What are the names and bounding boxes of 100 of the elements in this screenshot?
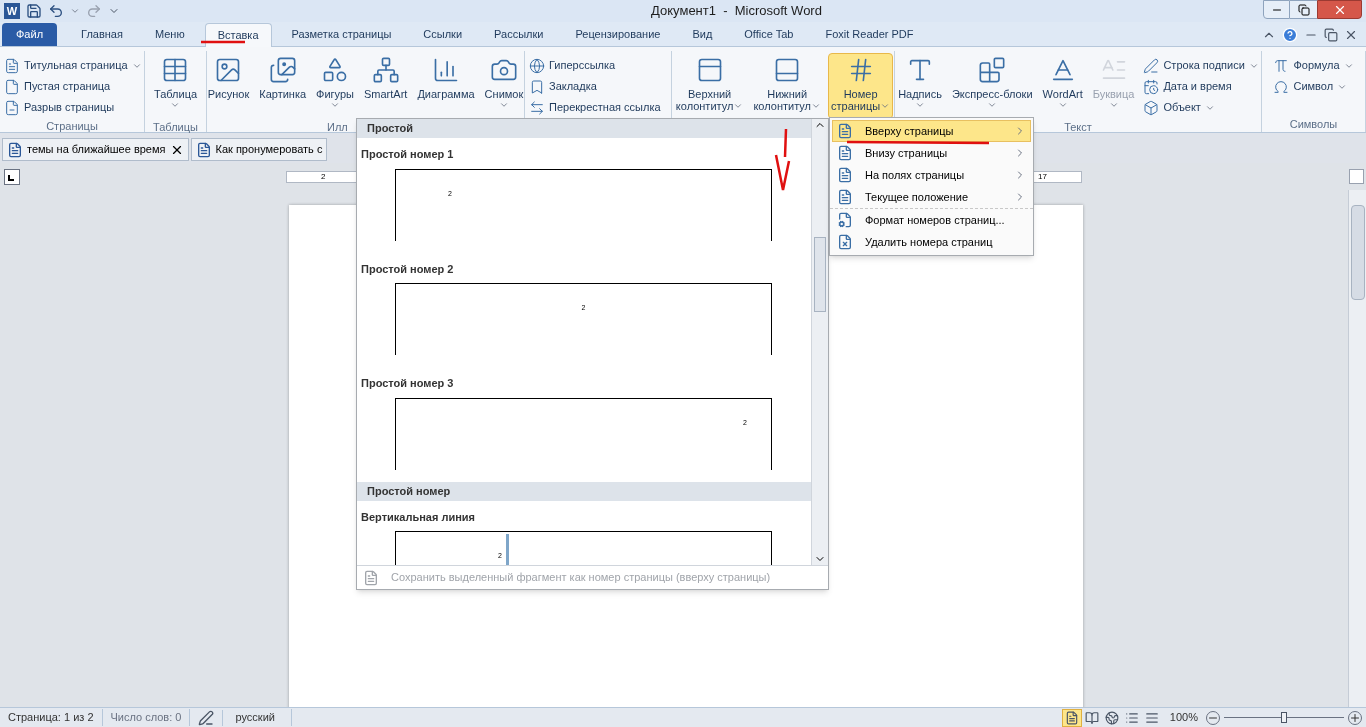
save-icon[interactable] [26,3,42,19]
restore-icon[interactable] [1324,27,1338,42]
group-label: Таблицы [153,120,198,135]
word-count[interactable]: Число слов: 0 [102,709,191,726]
menu-item[interactable]: Удалить номера страниц [832,231,1031,253]
ribbon-button[interactable]: Разрыв страницы [2,97,144,118]
ruler-label: 2 [321,170,326,183]
ribbon-button[interactable]: Нижний колонтитул [750,53,824,119]
ribbon-tab[interactable]: Office Tab [732,23,806,46]
tab-label: темы на ближайшее время [27,142,166,158]
caret-icon [498,100,509,110]
ribbon-button[interactable]: SmartArt [361,53,411,119]
ribbon-tab[interactable]: Главная [69,23,135,46]
ribbon-button[interactable]: Формула [1271,55,1356,76]
object-icon [1143,99,1160,116]
ribbon-button[interactable]: Диаграмма [414,53,478,119]
images-icon [268,56,297,84]
spellcheck-icon[interactable] [198,709,215,726]
ribbon-tab[interactable]: Рассылки [482,23,556,46]
ribbon-tab[interactable]: Вид [680,23,725,46]
page-count[interactable]: Страница: 1 из 2 [0,709,103,726]
caret-icon [880,101,891,111]
ribbon-button[interactable]: Фигуры [313,53,357,119]
document-tab[interactable]: темы на ближайшее время [2,138,189,161]
app-icon[interactable]: W [4,3,20,19]
pi-icon [1273,57,1290,74]
pen-icon [1143,57,1160,74]
ribbon-button[interactable]: Рисунок [204,53,253,119]
ribbon-tab[interactable]: Разметка страницы [279,23,404,46]
menu-item[interactable]: Вверху страницы [832,120,1031,142]
page-icon [837,123,853,139]
vertical-line [505,534,509,565]
caret-icon [733,101,744,111]
slider-thumb[interactable] [1281,712,1287,723]
ribbon-button[interactable]: Верхний колонтитул [672,53,747,119]
ruler-toggle-icon[interactable] [1349,169,1364,184]
omega-icon [1273,78,1290,95]
ribbon-tab[interactable]: Foxit Reader PDF [813,23,926,46]
page-icon [837,145,853,161]
ribbon-button[interactable]: Картинка [256,53,310,119]
ribbon-button[interactable]: Экспресс-блоки [948,53,1036,119]
ribbon-button[interactable]: Закладка [527,76,663,97]
ribbon-tab[interactable]: Меню [142,23,197,46]
group-label: Страницы [46,119,98,134]
tab-label: Как пронумеровать с [215,142,323,158]
zoom-slider[interactable] [1224,711,1344,724]
ribbon-button[interactable]: WordArt [1039,53,1086,119]
caret-icon [811,101,821,111]
caret-icon [70,6,80,16]
undo-icon[interactable] [48,3,64,19]
ribbon-button[interactable]: Надпись [895,53,945,119]
ribbon-button[interactable]: Объект [1141,97,1261,118]
document-tab[interactable]: Как пронумеровать с [190,138,328,161]
menu-item[interactable]: Формат номеров страниц... [832,209,1031,231]
arrows-icon [529,99,545,116]
ribbon-button[interactable]: Номер страницы [828,53,894,119]
section-header: Простой номер [357,481,811,501]
blank-page-icon [4,78,20,95]
ribbon-button[interactable]: Символ [1271,76,1356,97]
restore-icon [1297,3,1310,16]
print-layout-icon[interactable] [1061,708,1082,727]
close-button[interactable] [1317,0,1362,19]
ribbon-tab[interactable]: Вставка [204,23,272,47]
ribbon-button[interactable]: Строка подписи [1141,55,1261,76]
ribbon-tab[interactable]: Рецензирование [563,23,673,46]
ribbon-tab[interactable]: Файл [2,23,58,46]
document-icon [195,141,212,158]
menu-item[interactable]: Внизу страницы [832,142,1031,164]
page-delete-icon [837,234,853,250]
ribbon-button[interactable]: Пустая страница [2,76,144,97]
gallery-item-title: Вертикальная линия [360,509,476,525]
restore-button[interactable] [1290,0,1317,19]
bar-chart-icon [432,56,460,84]
group-label: Илл [327,120,348,135]
ribbon-button[interactable]: Перекрестная ссылка [527,97,663,118]
annotation-underline [200,40,246,44]
vertical-scrollbar[interactable] [1348,190,1366,707]
ribbon-button[interactable]: Таблица [150,53,201,119]
section-header: Простой [357,119,811,138]
window-title: Документ1 - Microsoft Word [651,2,822,21]
ribbon-tab[interactable]: Ссылки [411,23,475,46]
globe-icon [529,57,545,74]
minimize-button[interactable] [1263,0,1290,19]
ribbon-button[interactable]: Снимок [481,53,527,119]
tab-selector-icon[interactable] [4,168,20,185]
scroll-thumb[interactable] [814,237,826,312]
document-icon [4,57,20,74]
ribbon-button[interactable]: Гиперссылка [527,55,663,76]
language[interactable]: русский [223,709,292,726]
blocks-icon [978,56,1007,84]
group-label: Текст [1064,120,1092,135]
gallery-scrollbar[interactable] [811,119,828,565]
ribbon-button[interactable]: Дата и время [1141,76,1261,97]
ribbon-button[interactable]: Титульная страница [2,55,144,76]
zoom-level[interactable]: 100% [1161,709,1206,726]
help-icon[interactable] [1282,26,1298,43]
page-break-icon [4,99,20,116]
redo-icon[interactable] [86,3,102,19]
menu-item[interactable]: Текущее положение [832,186,1031,208]
menu-item[interactable]: На полях страницы [832,164,1031,186]
